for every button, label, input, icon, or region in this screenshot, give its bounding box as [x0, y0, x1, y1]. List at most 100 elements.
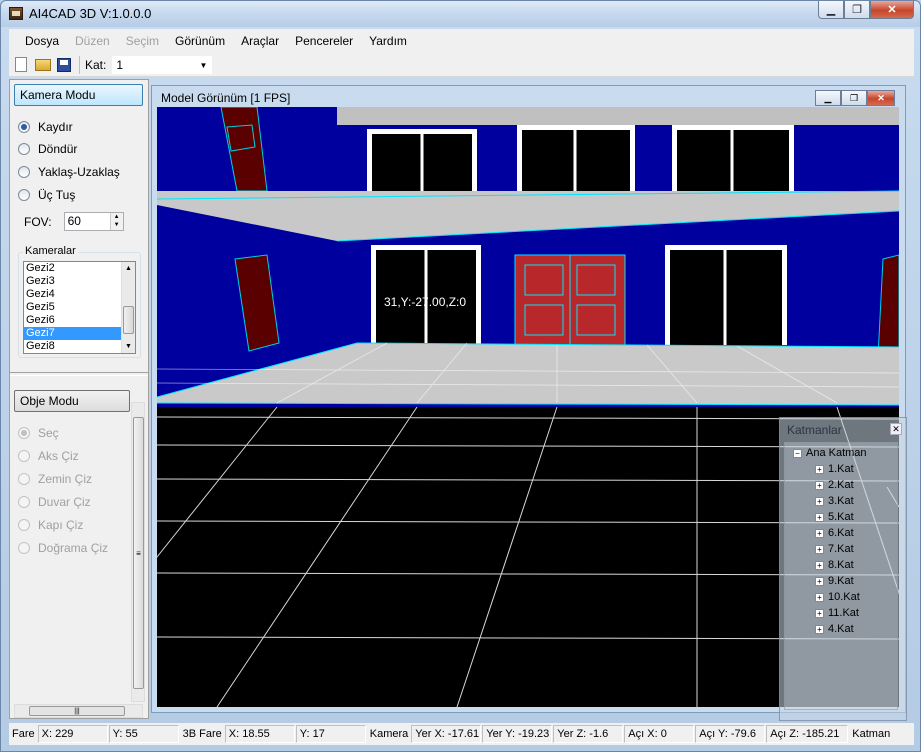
collapse-icon[interactable]: − [793, 448, 802, 458]
radio-indicator[interactable] [18, 189, 30, 201]
fov-stepper[interactable]: 60 ▲ ▼ [63, 212, 124, 231]
list-item[interactable]: Gezi6 [24, 314, 135, 327]
horizontal-scrollbar[interactable]: ||| [14, 704, 143, 718]
tree-node[interactable]: +3.Kat [815, 495, 854, 507]
list-item[interactable]: Gezi8 [24, 340, 135, 353]
menu-duzen[interactable]: Düzen [67, 30, 118, 52]
menu-dosya[interactable]: Dosya [17, 30, 67, 52]
expand-icon[interactable]: + [815, 512, 824, 522]
radio-dograma-ciz[interactable]: Doğrama Çiz [18, 541, 108, 555]
radio-indicator[interactable] [18, 427, 30, 439]
expand-icon[interactable]: + [815, 544, 824, 554]
radio-indicator[interactable] [18, 519, 30, 531]
minimize-button[interactable]: ▁ [818, 1, 844, 19]
radio-label: Aks Çiz [38, 449, 79, 463]
scroll-thumb[interactable] [123, 306, 134, 334]
tree-node[interactable]: +2.Kat [815, 479, 854, 491]
radio-uc-tus[interactable]: Üç Tuş [18, 188, 75, 202]
radio-indicator[interactable] [18, 473, 30, 485]
expand-icon[interactable]: + [815, 528, 824, 538]
kat-dropdown[interactable]: 1 ▼ [112, 55, 213, 74]
list-item[interactable]: Gezi4 [24, 288, 135, 301]
radio-label: Seç [38, 426, 59, 440]
menu-yardim[interactable]: Yardım [361, 30, 415, 52]
expand-icon[interactable]: + [815, 464, 824, 474]
minimize-button[interactable]: ▁ [815, 90, 841, 106]
list-item[interactable]: Gezi3 [24, 275, 135, 288]
close-icon[interactable]: ✕ [890, 423, 902, 435]
expand-icon[interactable]: + [815, 576, 824, 586]
camera-mode-button[interactable]: Kamera Modu [14, 84, 143, 106]
expand-icon[interactable]: + [815, 560, 824, 570]
scroll-up-icon[interactable]: ▲ [122, 262, 135, 275]
cameras-scrollbar[interactable]: ▲ ▼ [121, 262, 135, 353]
save-icon[interactable] [57, 57, 71, 72]
radio-dondur[interactable]: Döndür [18, 142, 77, 156]
radio-indicator[interactable] [18, 143, 30, 155]
close-button[interactable]: ✕ [867, 90, 895, 106]
cameras-list[interactable]: Gezi2 Gezi3 Gezi4 Gezi5 Gezi6 Gezi7 Gezi… [23, 261, 136, 354]
spin-buttons[interactable]: ▲ ▼ [109, 213, 123, 230]
status-fare-y: Y: 55 [108, 725, 179, 743]
radio-zemin-ciz[interactable]: Zemin Çiz [18, 472, 92, 486]
expand-icon[interactable]: + [815, 496, 824, 506]
expand-icon[interactable]: + [815, 592, 824, 602]
menu-araclar[interactable]: Araçlar [233, 30, 287, 52]
new-file-icon[interactable] [15, 57, 27, 72]
layers-panel: Katmanlar ✕ − Ana Katman +1.Kat +2.Kat +… [779, 417, 907, 721]
panel-splitter[interactable] [10, 372, 148, 376]
app-icon[interactable] [9, 7, 23, 20]
radio-sec[interactable]: Seç [18, 426, 59, 440]
radio-indicator[interactable] [18, 121, 30, 133]
tree-root-node[interactable]: − Ana Katman [793, 447, 867, 459]
list-item[interactable]: Gezi2 [24, 262, 135, 275]
radio-aks-ciz[interactable]: Aks Çiz [18, 449, 79, 463]
tree-node-label: 9.Kat [828, 575, 854, 587]
radio-indicator[interactable] [18, 542, 30, 554]
radio-kaydir[interactable]: Kaydır [18, 120, 73, 134]
list-item-selected[interactable]: Gezi7 [24, 327, 135, 340]
scroll-down-icon[interactable]: ▼ [122, 340, 135, 353]
tree-root-label: Ana Katman [806, 447, 867, 459]
radio-yaklas-uzaklas[interactable]: Yaklaş-Uzaklaş [18, 165, 120, 179]
tree-node[interactable]: +8.Kat [815, 559, 854, 571]
tree-node-label: 11.Kat [828, 607, 859, 619]
radio-indicator[interactable] [18, 166, 30, 178]
maximize-button[interactable]: ❐ [841, 90, 867, 106]
expand-icon[interactable]: + [815, 480, 824, 490]
menu-gorunum[interactable]: Görünüm [167, 30, 233, 52]
tree-node[interactable]: +7.Kat [815, 543, 854, 555]
radio-indicator[interactable] [18, 496, 30, 508]
tree-node[interactable]: +10.Kat [815, 591, 860, 603]
tree-node[interactable]: +6.Kat [815, 527, 854, 539]
open-folder-icon[interactable] [35, 58, 51, 71]
tree-node[interactable]: +4.Kat [815, 623, 854, 635]
tree-node[interactable]: +5.Kat [815, 511, 854, 523]
layers-tree[interactable]: − Ana Katman +1.Kat +2.Kat +3.Kat +5.Kat… [784, 442, 898, 710]
menu-pencereler[interactable]: Pencereler [287, 30, 361, 52]
menu-secim[interactable]: Seçim [118, 30, 167, 52]
status-yer-y: Yer Y: -19.23 [482, 725, 553, 743]
status-yer-x: Yer X: -17.61 [411, 725, 482, 743]
tree-node[interactable]: +1.Kat [815, 463, 854, 475]
status-aci-z: Açı Z: -185.21 [766, 725, 849, 743]
title-bar[interactable]: AI4CAD 3D V:1.0.0.0 ▁ ❐ ✕ [1, 1, 920, 27]
radio-label: Yaklaş-Uzaklaş [38, 165, 120, 179]
close-button[interactable]: ✕ [870, 1, 914, 19]
radio-indicator[interactable] [18, 450, 30, 462]
tree-node-label: 4.Kat [828, 623, 854, 635]
tree-node[interactable]: +11.Kat [815, 607, 859, 619]
expand-icon[interactable]: + [815, 608, 824, 618]
tree-node[interactable]: +9.Kat [815, 575, 854, 587]
radio-kapi-ciz[interactable]: Kapı Çiz [18, 518, 83, 532]
expand-icon[interactable]: + [815, 624, 824, 634]
toolbar-separator [79, 55, 80, 74]
object-mode-button[interactable]: Obje Modu [14, 390, 130, 412]
list-item[interactable]: Gezi5 [24, 301, 135, 314]
scroll-thumb[interactable]: ≡ [133, 417, 144, 689]
maximize-button[interactable]: ❐ [844, 1, 870, 19]
status-aci-y: Açı Y: -79.6 [695, 725, 766, 743]
object-panel-scrollbar[interactable]: ≡ [131, 402, 145, 702]
radio-duvar-ciz[interactable]: Duvar Çiz [18, 495, 91, 509]
scroll-thumb[interactable]: ||| [29, 706, 125, 716]
